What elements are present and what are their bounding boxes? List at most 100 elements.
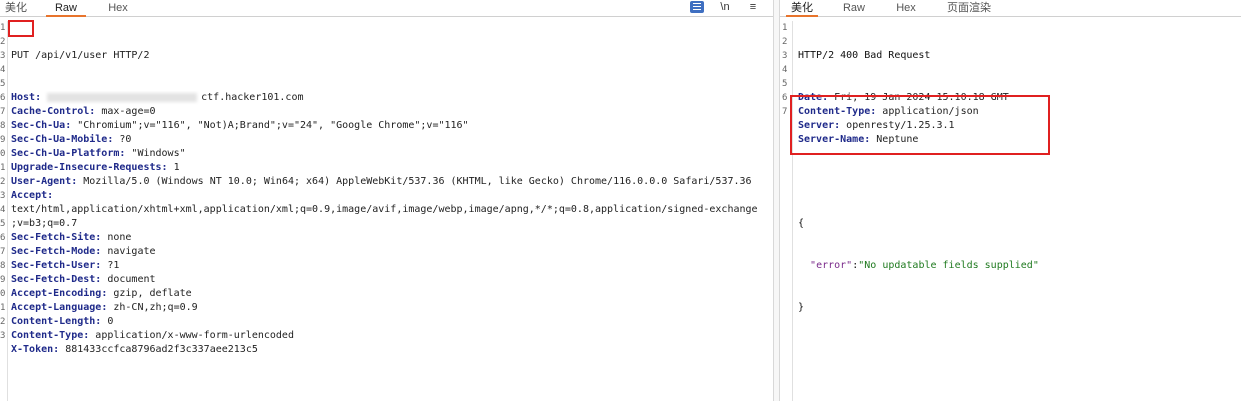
header-key: Sec-Ch-Ua-Mobile <box>11 134 108 145</box>
header-colon: : <box>101 288 114 299</box>
header-colon: : <box>71 176 84 187</box>
header-value: gzip, deflate <box>113 288 192 299</box>
pane-splitter[interactable] <box>773 0 780 401</box>
request-header-row: Upgrade-Insecure-Requests: 1 <box>11 161 767 175</box>
line-number: 3 <box>0 191 6 201</box>
line-number: 9 <box>0 135 6 145</box>
line-number: 1 <box>0 163 6 173</box>
accept-continuation-line: text/html,application/xhtml+xml,applicat… <box>11 204 758 215</box>
request-header-row: Accept-Language: zh-CN,zh;q=0.9 <box>11 301 767 315</box>
request-header-row: Sec-Fetch-User: ?1 <box>11 259 767 273</box>
header-value: navigate <box>107 246 156 257</box>
header-colon: : <box>95 316 108 327</box>
json-key-error: "error" <box>810 260 853 271</box>
request-header-row: Accept: <box>11 189 767 203</box>
header-value: "Chromium";v="116", "Not)A;Brand";v="24"… <box>77 120 469 131</box>
line-number: 5 <box>782 79 788 89</box>
header-value: max-age=0 <box>101 106 156 117</box>
response-tab-hex[interactable]: Hex <box>888 0 924 16</box>
header-value: ctf.hacker101.com <box>201 92 304 103</box>
json-close-brace: } <box>798 301 1235 315</box>
header-key: X-Token <box>11 344 54 355</box>
line-number: 7 <box>0 107 6 117</box>
line-number: 0 <box>0 289 6 299</box>
line-number: 6 <box>0 93 6 103</box>
header-colon: : <box>95 260 108 271</box>
line-number: 3 <box>0 331 6 341</box>
request-header-row: X-Token: 881433ccfca8796ad2f3c337aee213c… <box>11 343 767 357</box>
response-editor[interactable]: HTTP/2 400 Bad Request Date: Fri, 19 Jan… <box>798 21 1235 343</box>
response-tab-render[interactable]: 页面渲染 <box>940 0 998 16</box>
request-header-row: Sec-Fetch-Mode: navigate <box>11 245 767 259</box>
menu-icon[interactable]: ≡ <box>746 0 760 15</box>
line-number: 1 <box>0 303 6 313</box>
response-tab-pretty[interactable]: 美化 <box>786 0 818 17</box>
header-value: none <box>107 232 132 243</box>
line-number: 8 <box>0 121 6 131</box>
response-pane: 美化 Raw Hex 页面渲染 1 2 3 4 5 6 7 HTTP/2 400 Bad R… <box>780 0 1241 401</box>
header-key: Accept-Language <box>11 302 102 313</box>
line-number: 2 <box>0 37 6 47</box>
show-newlines-toggle[interactable]: \n <box>716 0 734 15</box>
response-status-line: HTTP/2 400 Bad Request <box>798 50 931 61</box>
json-open-brace: { <box>798 217 1235 231</box>
header-key: Accept-Encoding <box>11 288 102 299</box>
line-number: 3 <box>0 51 6 61</box>
header-colon: : <box>161 162 174 173</box>
header-key: User-Agent <box>11 176 72 187</box>
line-number: 5 <box>0 79 6 89</box>
header-key: Sec-Fetch-Mode <box>11 246 96 257</box>
request-editor[interactable]: PUT /api/v1/user HTTP/2 Host: ctf.hacker… <box>11 21 767 385</box>
response-tab-raw[interactable]: Raw <box>834 0 874 16</box>
header-colon: : <box>101 302 114 313</box>
header-key: Cache-Control <box>11 106 90 117</box>
header-colon: : <box>65 120 78 131</box>
request-path: /api/v1/user HTTP/2 <box>29 50 150 61</box>
header-colon: : <box>95 246 108 257</box>
header-value: 881433ccfca8796ad2f3c337aee213c5 <box>65 344 258 355</box>
header-key: Sec-Fetch-Dest <box>11 274 96 285</box>
request-header-row: User-Agent: Mozilla/5.0 (Windows NT 10.0… <box>11 175 767 189</box>
request-tab-raw[interactable]: Raw <box>46 0 86 17</box>
header-key: Sec-Fetch-User <box>11 260 96 271</box>
header-colon: : <box>95 232 108 243</box>
header-value: document <box>107 274 156 285</box>
line-number: 1 <box>782 23 788 33</box>
header-value: zh-CN,zh;q=0.9 <box>113 302 198 313</box>
accept-continuation-line: ;v=b3;q=0.7 <box>11 218 78 229</box>
line-number: 3 <box>782 51 788 61</box>
line-number: 7 <box>782 107 788 117</box>
json-error-value: "No updatable fields supplied" <box>858 260 1039 271</box>
header-key: Upgrade-Insecure-Requests <box>11 162 162 173</box>
request-line-1: PUT /api/v1/user HTTP/2 <box>11 49 767 63</box>
request-line-gutter: 1 2 3 4 5 6 7 8 9 0 1 2 3 4 5 6 7 8 9 0 1 2 3 <box>0 21 8 401</box>
response-body-highlight-box <box>790 95 1050 155</box>
header-colon: : <box>119 148 132 159</box>
request-tab-pretty[interactable]: 美化 <box>0 0 32 16</box>
line-number: 2 <box>0 317 6 327</box>
line-number: 5 <box>0 219 6 229</box>
response-blank-line <box>798 175 1235 189</box>
line-number: 2 <box>0 177 6 187</box>
request-header-row: Host: ctf.hacker101.com <box>11 91 767 105</box>
request-tab-bar: 美化 Raw Hex \n ≡ <box>0 0 773 17</box>
request-tab-hex[interactable]: Hex <box>100 0 136 16</box>
header-value: application/x-www-form-urlencoded <box>95 330 294 341</box>
header-value: "Windows" <box>131 148 186 159</box>
header-colon: : <box>47 190 60 201</box>
header-key: Content-Length <box>11 316 96 327</box>
pretty-print-toggle-icon[interactable] <box>690 1 704 13</box>
request-header-row: Sec-Fetch-Dest: document <box>11 273 767 287</box>
header-key: Accept <box>11 190 48 201</box>
line-number: 4 <box>0 205 6 215</box>
redacted-host-blur <box>47 92 198 102</box>
line-number: 6 <box>782 93 788 103</box>
request-pane: 美化 Raw Hex \n ≡ 12345678901234567890123 … <box>0 0 773 401</box>
line-number: 1 <box>0 23 6 33</box>
header-value: 1 <box>173 162 180 173</box>
line-number: 7 <box>0 247 6 257</box>
header-key: Sec-Ch-Ua-Platform <box>11 148 120 159</box>
request-header-row: Accept-Encoding: gzip, deflate <box>11 287 767 301</box>
header-key: Sec-Ch-Ua <box>11 120 66 131</box>
json-open-brace-text: { <box>798 218 805 229</box>
